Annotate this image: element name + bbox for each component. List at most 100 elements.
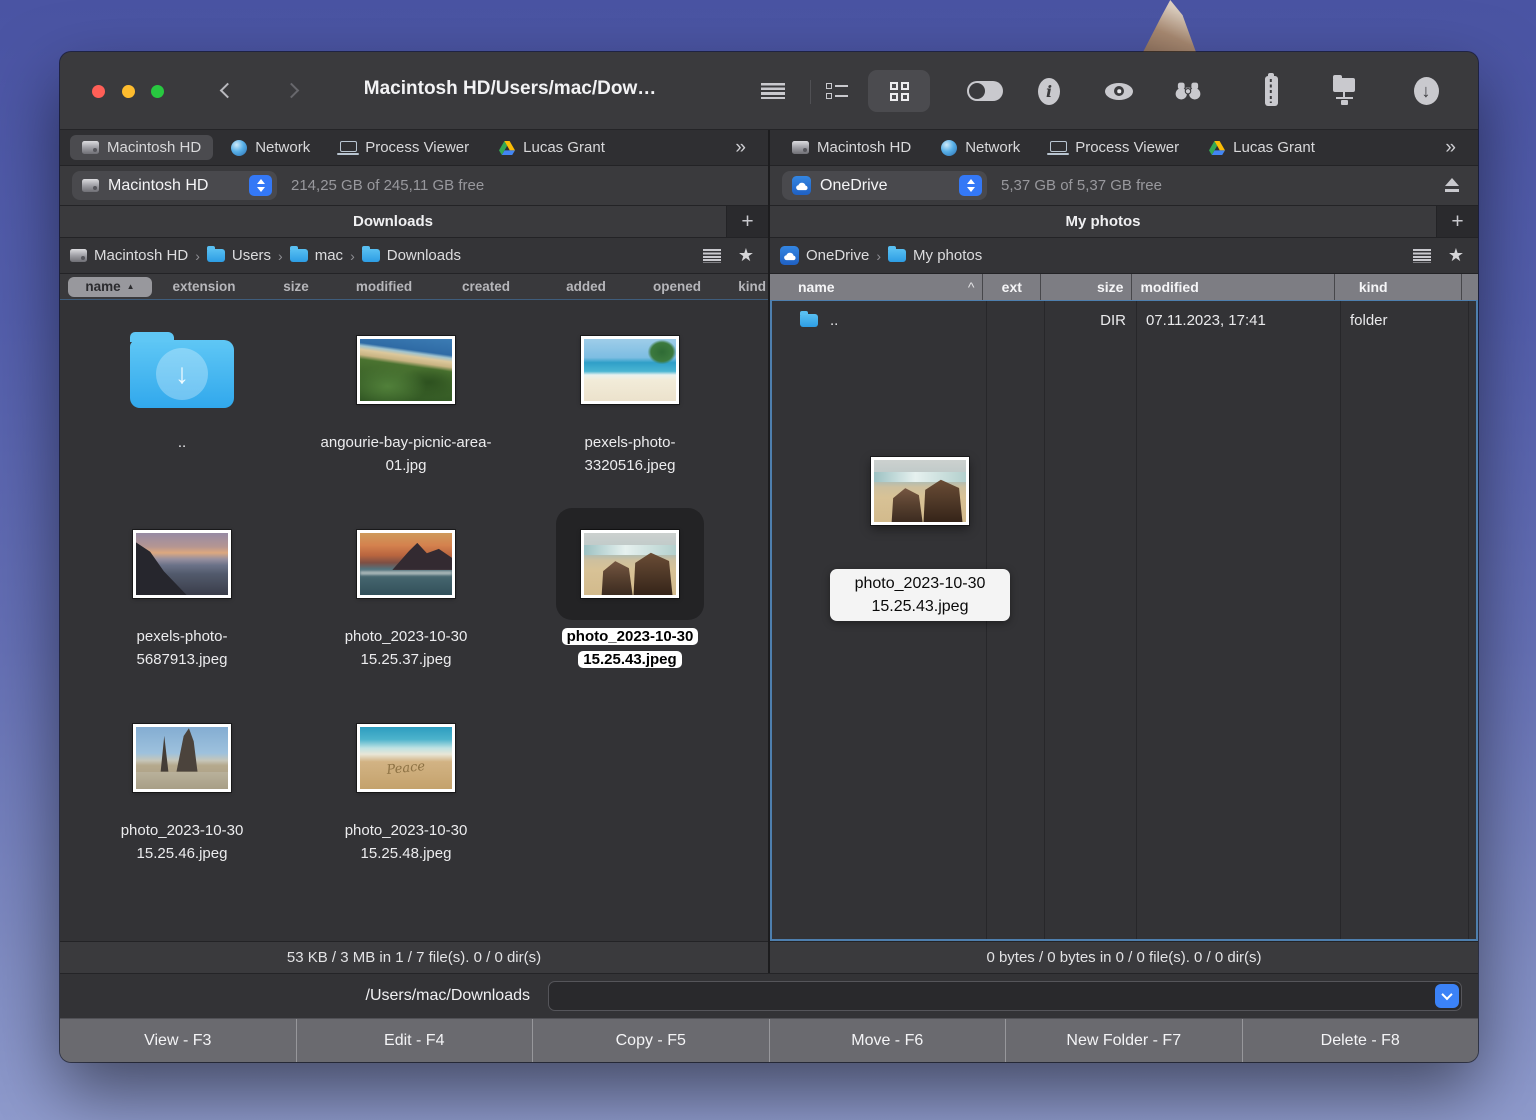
downloads-folder-icon: ↓ (130, 332, 234, 408)
dual-panes: Macintosh HD Network Process Viewer Luca… (60, 130, 1478, 973)
column-kind[interactable]: kind (1333, 274, 1461, 300)
breadcrumb-users[interactable]: Users (206, 246, 271, 264)
file-thumbnail (133, 530, 231, 598)
column-kind[interactable]: kind (722, 279, 768, 294)
path-history-dropdown-button[interactable] (1435, 984, 1459, 1008)
column-ext[interactable]: ext (982, 274, 1040, 300)
column-grid-line (1136, 301, 1137, 939)
thumb-layer (360, 571, 452, 575)
right-tab-strip: Macintosh HD Network Process Viewer Luca… (770, 130, 1478, 166)
drive-stepper-icon[interactable] (959, 175, 982, 196)
right-column-headers: name ^ ext size modified kind (770, 274, 1478, 300)
file-item[interactable]: angourie-bay-picnic-area-01.jpg (294, 314, 518, 508)
copy-f5-button[interactable]: Copy - F5 (533, 1019, 770, 1062)
column-size[interactable]: size (1040, 274, 1131, 300)
left-new-tab-button[interactable]: + (726, 206, 768, 237)
eject-icon[interactable] (1444, 178, 1460, 193)
view-f3-button[interactable]: View - F3 (60, 1019, 297, 1062)
network-share-button[interactable] (1324, 52, 1364, 130)
view-options-icon[interactable] (702, 248, 721, 263)
file-item[interactable]: pexels-photo-3320516.jpeg (518, 314, 742, 508)
column-grid-line (1340, 301, 1341, 939)
onedrive-icon (780, 246, 799, 265)
thumb-layer (891, 488, 923, 522)
tab-macintosh-hd[interactable]: Macintosh HD (70, 135, 214, 160)
binoculars-icon (1175, 82, 1201, 100)
tab-network[interactable]: Network (219, 135, 322, 160)
more-tabs-button[interactable]: » (1445, 137, 1468, 159)
right-drive-selector[interactable]: OneDrive (782, 171, 987, 200)
network-folder-icon (1331, 75, 1357, 105)
file-item[interactable]: photo_2023-10-30 15.25.46.jpeg (70, 702, 294, 896)
new-folder-f7-button[interactable]: New Folder - F7 (1006, 1019, 1243, 1062)
view-options-icon[interactable] (1412, 248, 1431, 263)
function-key-bar: View - F3 Edit - F4 Copy - F5 Move - F6 … (60, 1018, 1478, 1062)
breadcrumb-mac[interactable]: mac (289, 246, 343, 264)
breadcrumb-separator: › (876, 247, 882, 264)
favorites-star-icon[interactable]: ★ (1448, 245, 1464, 266)
left-folder-tab[interactable]: Downloads (60, 206, 726, 237)
download-button[interactable]: ↓ (1408, 52, 1444, 130)
column-modified[interactable]: modified (1131, 274, 1333, 300)
command-line-input[interactable] (548, 981, 1462, 1011)
toggle-panels-button[interactable] (965, 52, 1005, 130)
column-created[interactable]: created (432, 279, 540, 294)
delete-f8-button[interactable]: Delete - F8 (1242, 1019, 1478, 1062)
column-name[interactable]: name ^ (770, 274, 982, 300)
minimize-window-button[interactable] (122, 85, 135, 98)
info-button[interactable]: i (1034, 52, 1064, 130)
move-f6-button[interactable]: Move - F6 (769, 1019, 1006, 1062)
sort-asc-icon: ^ (967, 279, 975, 295)
column-name[interactable]: name ▲ (68, 276, 152, 297)
file-thumbnail (357, 530, 455, 598)
table-row-parent-folder[interactable]: .. DIR 07.11.2023, 17:41 folder (772, 301, 1476, 339)
drive-stepper-icon[interactable] (249, 175, 272, 196)
onedrive-icon (792, 176, 811, 195)
back-button[interactable] (219, 82, 236, 99)
search-button[interactable] (1168, 52, 1208, 130)
hard-drive-icon (70, 249, 87, 262)
more-tabs-button[interactable]: » (735, 137, 758, 159)
zoom-window-button[interactable] (151, 85, 164, 98)
google-drive-icon (499, 140, 516, 155)
breadcrumb-onedrive[interactable]: OneDrive (780, 246, 869, 265)
dragged-file-label: photo_2023-10-30 15.25.43.jpeg (830, 569, 1010, 622)
thumb-layer (633, 552, 673, 595)
column-size[interactable]: size (256, 279, 336, 294)
close-window-button[interactable] (92, 85, 105, 98)
column-modified[interactable]: modified (336, 279, 432, 294)
tab-process-viewer[interactable]: Process Viewer (328, 135, 481, 160)
file-item-parent[interactable]: ↓ .. (70, 314, 294, 508)
preview-button[interactable] (1102, 52, 1136, 130)
tab-process-viewer[interactable]: Process Viewer (1038, 135, 1191, 160)
grid-view-button[interactable] (868, 70, 930, 112)
path-bar: /Users/mac/Downloads (60, 973, 1478, 1018)
list-view-button[interactable] (822, 52, 852, 130)
forward-button[interactable] (283, 82, 300, 99)
tab-network[interactable]: Network (929, 135, 1032, 160)
favorites-star-icon[interactable]: ★ (738, 245, 754, 266)
breadcrumb-downloads[interactable]: Downloads (361, 246, 461, 264)
left-drive-selector[interactable]: Macintosh HD (72, 171, 277, 200)
archive-button[interactable] (1256, 52, 1286, 130)
file-item[interactable]: photo_2023-10-30 15.25.37.jpeg (294, 508, 518, 702)
dragged-file[interactable]: photo_2023-10-30 15.25.43.jpeg (830, 457, 1010, 622)
folder-icon (800, 310, 818, 327)
wallpaper-mountain (1142, 0, 1197, 54)
right-new-tab-button[interactable]: + (1436, 206, 1478, 237)
tab-lucas-grant[interactable]: Lucas Grant (487, 135, 617, 160)
tab-lucas-grant[interactable]: Lucas Grant (1197, 135, 1327, 160)
file-item[interactable]: pexels-photo-5687913.jpeg (70, 508, 294, 702)
column-extension[interactable]: extension (152, 279, 256, 294)
menu-icon[interactable] (760, 52, 786, 130)
right-folder-tab[interactable]: My photos (770, 206, 1436, 237)
breadcrumb-my-photos[interactable]: My photos (888, 246, 982, 264)
file-item-selected[interactable]: photo_2023-10-30 15.25.43.jpeg (518, 508, 742, 702)
column-added[interactable]: added (540, 279, 632, 294)
breadcrumb-macintosh-hd[interactable]: Macintosh HD (70, 247, 188, 264)
file-item[interactable]: Peace photo_2023-10-30 15.25.48.jpeg (294, 702, 518, 896)
tab-macintosh-hd[interactable]: Macintosh HD (780, 135, 923, 160)
column-opened[interactable]: opened (632, 279, 722, 294)
menu-lines-icon (761, 83, 785, 99)
edit-f4-button[interactable]: Edit - F4 (296, 1019, 533, 1062)
